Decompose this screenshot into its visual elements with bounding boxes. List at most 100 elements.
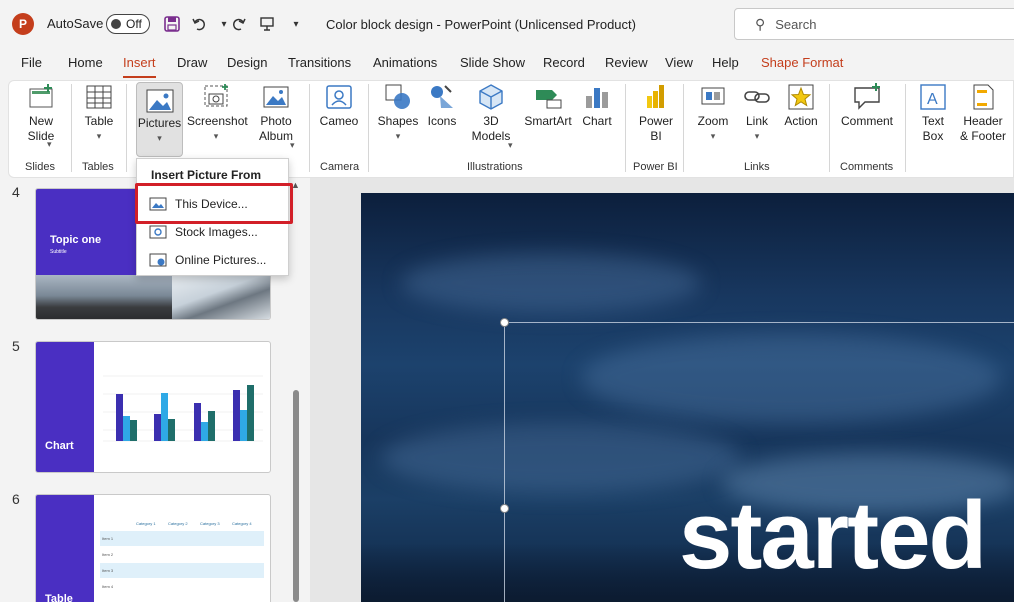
thumbnail-table-cell: Item 4 — [102, 584, 114, 589]
thumbnail-table-header: Category 3 — [200, 521, 220, 526]
slide-thumbnail-6[interactable]: Table Category 1 Category 2 Category 3 C… — [35, 494, 271, 602]
undo-icon[interactable] — [188, 12, 212, 36]
thumbnail-table-cell: Item 2 — [102, 552, 114, 557]
sky-cloud — [401, 253, 701, 313]
group-label-illustrations: Illustrations — [467, 161, 523, 173]
tab-view[interactable]: View — [665, 55, 693, 70]
thumbnail-subtitle: Subtitle — [50, 249, 67, 255]
comment-label: Comment — [840, 114, 893, 128]
highlight-box — [135, 183, 293, 224]
thumbnail-purple-block — [36, 495, 94, 602]
thumbnail-table-row — [100, 563, 264, 578]
tab-design[interactable]: Design — [227, 55, 267, 70]
new-slide-button[interactable]: New Slide — [20, 82, 62, 144]
thumbnail-purple-block — [36, 342, 94, 472]
tab-shape-format[interactable]: Shape Format — [761, 55, 843, 70]
tab-file[interactable]: File — [21, 55, 42, 70]
present-icon[interactable] — [255, 12, 279, 36]
group-separator — [683, 84, 684, 172]
save-icon[interactable] — [160, 12, 184, 36]
thumbnail-table-header: Category 2 — [168, 521, 188, 526]
power-bi-icon — [647, 85, 664, 108]
search-box[interactable]: ⚲ Search — [734, 8, 1014, 40]
tab-transitions[interactable]: Transitions — [288, 55, 351, 70]
resize-handle[interactable] — [500, 504, 509, 513]
group-label-tables: Tables — [82, 161, 114, 173]
tab-help[interactable]: Help — [712, 55, 739, 70]
chevron-down-icon: ▾ — [754, 131, 760, 141]
slide-title-text[interactable]: started — [679, 481, 987, 591]
powerpoint-logo-icon: P — [12, 13, 34, 35]
star-icon — [788, 84, 814, 110]
action-button[interactable]: Action — [782, 82, 820, 129]
tab-draw[interactable]: Draw — [177, 55, 207, 70]
tab-animations[interactable]: Animations — [373, 55, 437, 70]
action-label: Action — [784, 114, 818, 128]
pictures-button[interactable]: Pictures ▾ — [136, 82, 183, 157]
text-box-button[interactable]: A Text Box — [916, 82, 950, 144]
screenshot-button[interactable]: Screenshot ▾ — [187, 82, 248, 144]
link-button[interactable]: Link ▾ — [742, 82, 772, 144]
header-footer-label: Header & Footer — [959, 114, 1007, 143]
chevron-down-icon: ▾ — [395, 131, 401, 141]
new-slide-dropdown-caret[interactable]: ▾ — [47, 137, 52, 152]
header-footer-button[interactable]: Header & Footer — [958, 82, 1008, 144]
online-pictures-label: Online Pictures... — [175, 253, 267, 267]
photo-album-label: Photo Album — [258, 114, 293, 143]
group-label-comments: Comments — [840, 161, 894, 173]
shapes-icon — [385, 84, 410, 109]
smartart-button[interactable]: SmartArt — [523, 82, 573, 129]
search-icon: ⚲ — [755, 15, 766, 32]
photo-album-icon — [263, 86, 289, 108]
cameo-button[interactable]: Cameo — [318, 82, 360, 129]
3d-models-label: 3D Models — [471, 114, 511, 143]
customize-toolbar-icon[interactable]: ▾ — [284, 12, 308, 36]
thumbnail-scrollbar[interactable] — [293, 390, 299, 602]
icons-button[interactable]: Icons — [426, 82, 458, 129]
title-bar: P AutoSave Off ▾ ▾ Color block design - … — [0, 0, 1014, 48]
photo-album-button[interactable]: Photo Album — [252, 82, 300, 144]
group-separator — [368, 84, 369, 172]
shapes-button[interactable]: Shapes ▾ — [377, 82, 419, 144]
photo-album-caret[interactable]: ▾ — [290, 138, 295, 153]
pictures-icon — [146, 89, 173, 113]
icons-label: Icons — [427, 114, 457, 128]
online-pictures-icon — [149, 253, 167, 267]
document-title: Color block design - PowerPoint (Unlicen… — [326, 17, 636, 32]
group-label-power-bi: Power BI — [633, 161, 678, 173]
smartart-label: SmartArt — [524, 114, 572, 128]
group-separator — [625, 84, 626, 172]
slide-thumbnail-5[interactable]: Chart — [35, 341, 271, 473]
resize-handle[interactable] — [500, 318, 509, 327]
thumbnail-table-row — [100, 531, 264, 546]
thumbnail-title: Table — [45, 593, 73, 602]
thumbnail-title: Topic one — [50, 234, 102, 246]
tab-slide-show[interactable]: Slide Show — [460, 55, 525, 70]
zoom-button[interactable]: Zoom ▾ — [694, 82, 732, 144]
group-separator — [71, 84, 72, 172]
3d-models-caret[interactable]: ▾ — [508, 138, 513, 153]
shapes-label: Shapes — [377, 114, 419, 128]
chart-button[interactable]: Chart — [580, 82, 614, 129]
new-slide-icon — [29, 84, 53, 108]
table-button[interactable]: Table ▾ — [82, 82, 116, 144]
main-slide-canvas[interactable]: started — [361, 193, 1014, 602]
tab-home[interactable]: Home — [68, 55, 103, 70]
thumbnail-table-header: Category 1 — [136, 521, 156, 526]
group-label-camera: Camera — [320, 161, 360, 173]
tab-review[interactable]: Review — [605, 55, 648, 70]
power-bi-button[interactable]: Power BI — [636, 82, 676, 144]
chart-icon — [586, 88, 608, 108]
screenshot-icon — [204, 84, 228, 107]
3d-models-button[interactable]: 3D Models — [466, 82, 516, 144]
tab-insert[interactable]: Insert — [123, 55, 156, 79]
tab-record[interactable]: Record — [543, 55, 585, 70]
autosave-toggle[interactable]: Off — [106, 14, 150, 34]
header-footer-icon — [973, 84, 994, 110]
comment-button[interactable]: Comment — [838, 82, 896, 129]
svg-text:A: A — [927, 91, 938, 108]
thumbnail-table-cell: Item 1 — [102, 536, 114, 541]
insert-picture-header: Insert Picture From — [151, 168, 262, 182]
redo-icon[interactable] — [226, 12, 250, 36]
menu-item-online-pictures[interactable]: Online Pictures... — [149, 248, 284, 272]
